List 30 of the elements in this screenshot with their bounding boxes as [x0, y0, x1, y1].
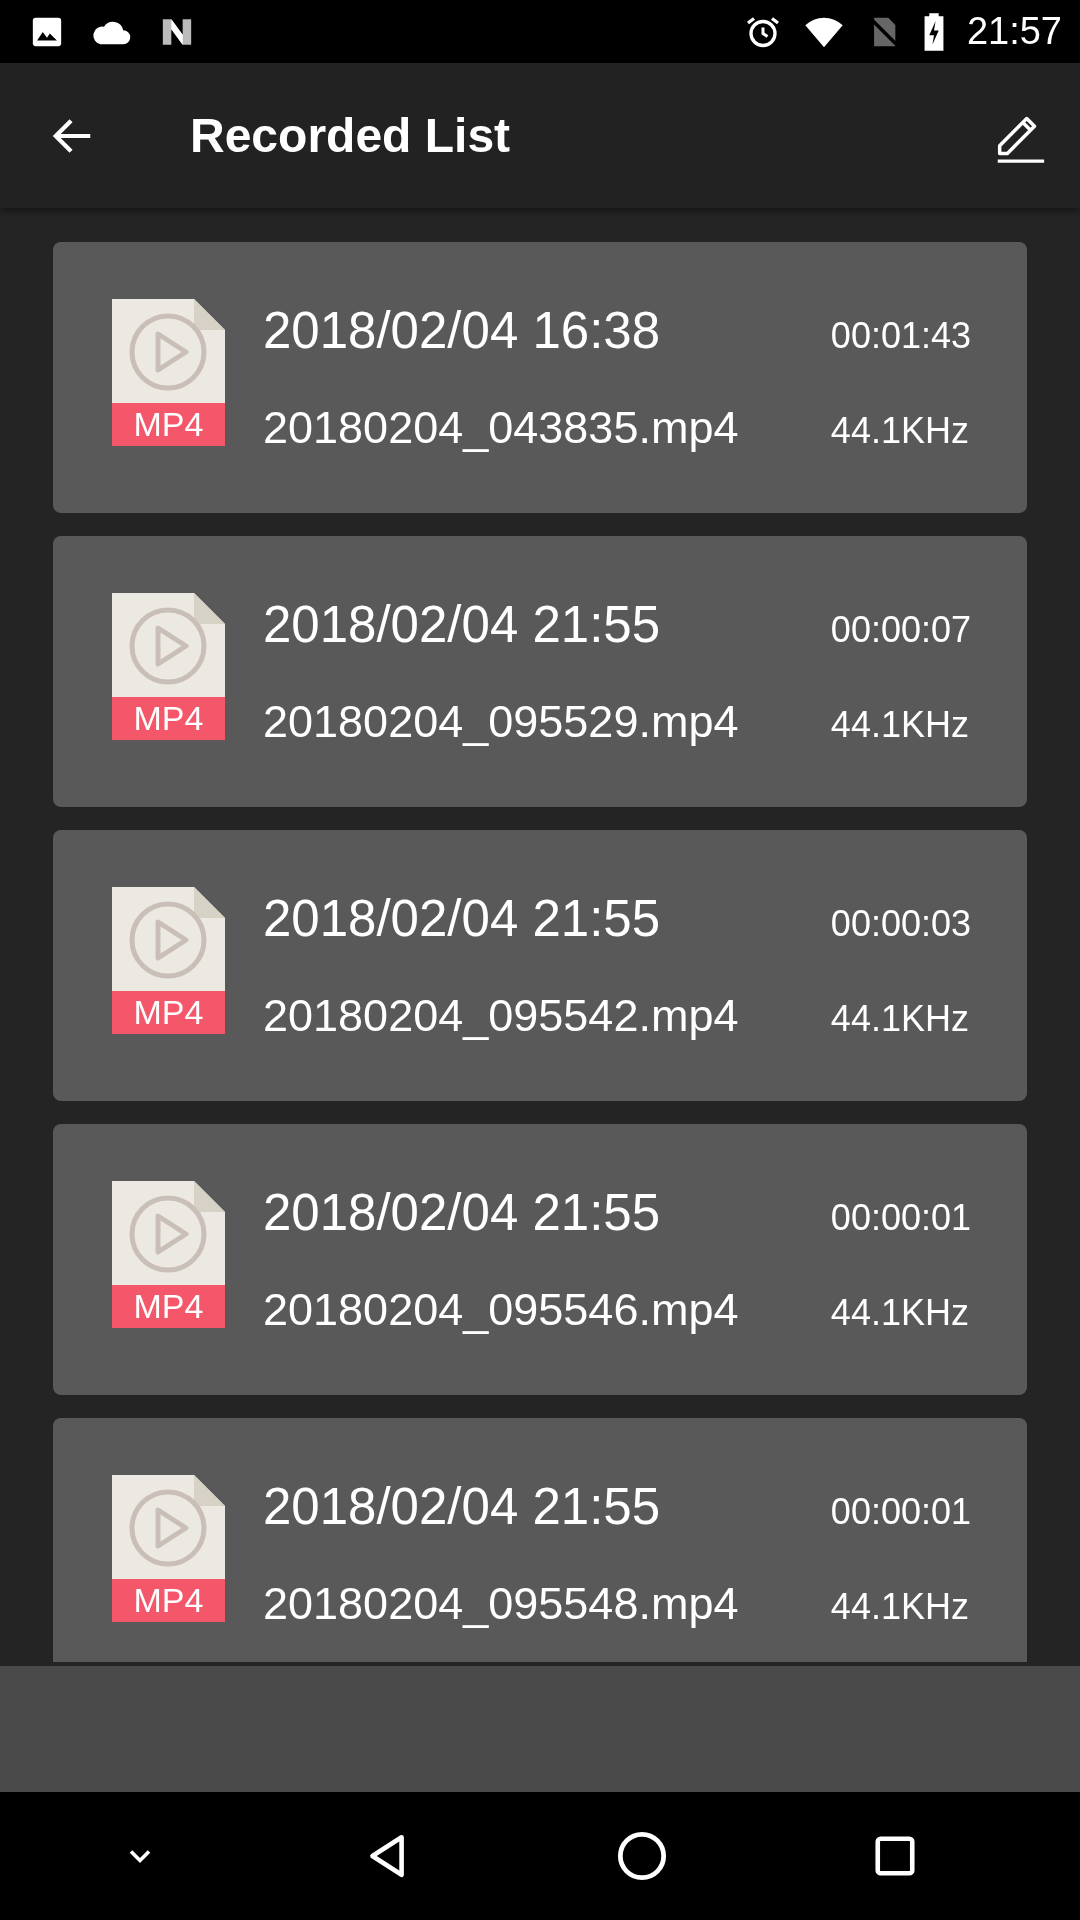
- sample-rate: 44.1KHz: [830, 1292, 970, 1334]
- sample-rate: 44.1KHz: [830, 1586, 970, 1628]
- recording-duration: 00:00:01: [830, 1197, 971, 1239]
- file-name: 20180204_095542.mp4: [263, 990, 740, 1042]
- screen-title: Recorded List: [190, 108, 512, 163]
- sample-rate: 44.1KHz: [830, 998, 970, 1040]
- recording-date: 2018/02/04 16:38: [263, 301, 662, 360]
- file-name: 20180204_043835.mp4: [263, 402, 740, 454]
- file-name: 20180204_095548.mp4: [263, 1578, 740, 1630]
- recording-card[interactable]: MP4 2018/02/04 21:55 00:00:01 20180204_095548.mp4 44.1KHz: [53, 1418, 1027, 1662]
- recording-duration: 00:01:43: [830, 315, 971, 357]
- home-icon[interactable]: [616, 1830, 668, 1882]
- recording-date: 2018/02/04 21:55: [263, 889, 662, 948]
- recording-duration: 00:00:03: [830, 903, 971, 945]
- clock-time: 21:57: [966, 10, 1062, 53]
- sample-rate: 44.1KHz: [830, 410, 970, 452]
- file-name: 20180204_095546.mp4: [263, 1284, 740, 1336]
- battery-charging-icon: [922, 12, 945, 51]
- recording-card[interactable]: MP4 2018/02/04 21:55 00:00:01 20180204_095546.mp4 44.1KHz: [53, 1124, 1027, 1395]
- recording-date: 2018/02/04 21:55: [263, 1477, 662, 1536]
- recording-card[interactable]: MP4 2018/02/04 16:38 00:01:43 20180204_043835.mp4 44.1KHz: [53, 242, 1027, 513]
- recording-card[interactable]: MP4 2018/02/04 21:55 00:00:03 20180204_095542.mp4 44.1KHz: [53, 830, 1027, 1101]
- recording-card[interactable]: MP4 2018/02/04 21:55 00:00:07 20180204_095529.mp4 44.1KHz: [53, 536, 1027, 807]
- recording-duration: 00:00:01: [830, 1491, 971, 1533]
- sample-rate: 44.1KHz: [830, 704, 970, 746]
- recording-date: 2018/02/04 21:55: [263, 1183, 662, 1242]
- recording-date: 2018/02/04 21:55: [263, 595, 662, 654]
- recents-icon[interactable]: [872, 1833, 918, 1879]
- recording-duration: 00:00:07: [830, 609, 971, 651]
- file-name: 20180204_095529.mp4: [263, 696, 740, 748]
